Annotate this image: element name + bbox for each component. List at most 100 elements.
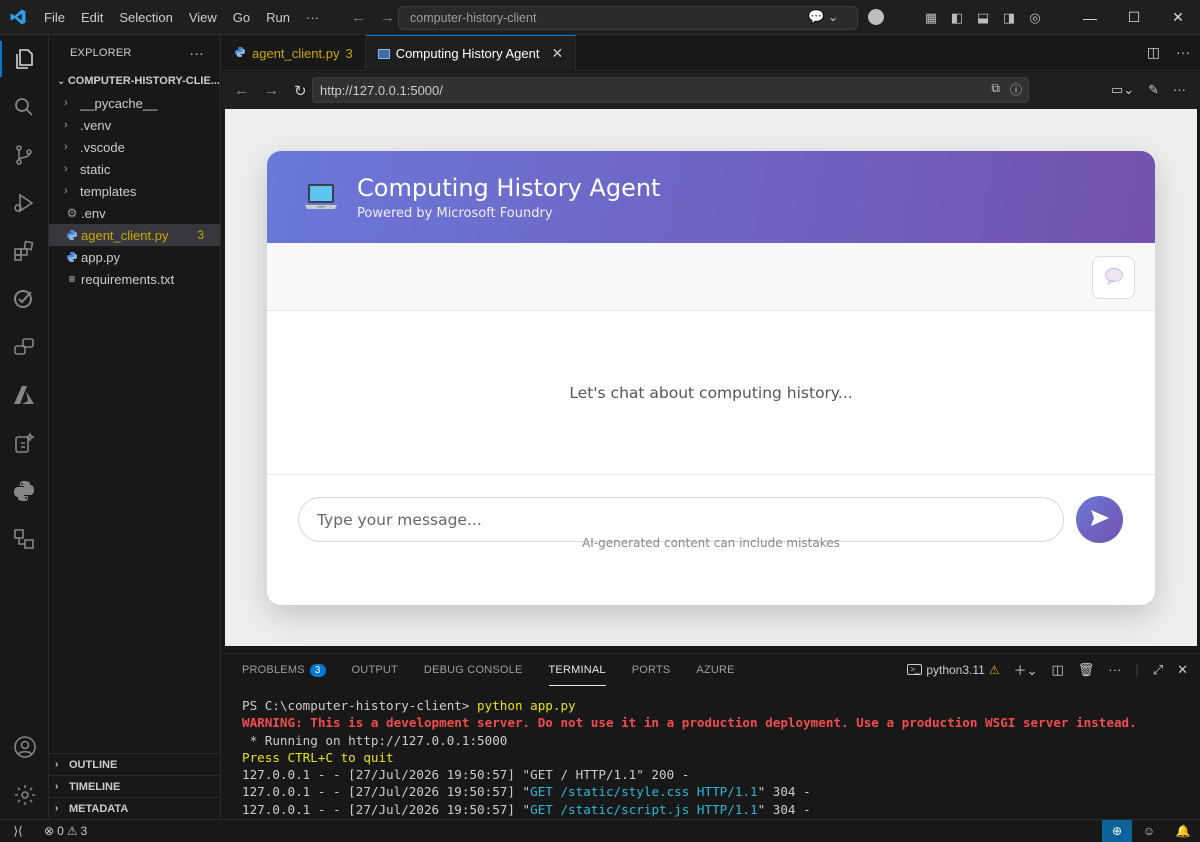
extensions-icon[interactable] — [0, 227, 48, 275]
more-actions-icon[interactable]: ··· — [189, 45, 204, 61]
command-center-search[interactable]: computer-history-client — [398, 6, 858, 30]
menu-file[interactable]: File — [36, 10, 73, 25]
info-icon[interactable]: ⓘ — [1010, 81, 1022, 98]
section-metadata[interactable]: › METADATA — [49, 797, 221, 819]
azure-icon[interactable] — [0, 371, 48, 419]
workspace-root[interactable]: ⌄ COMPUTER-HISTORY-CLIE... — [49, 70, 220, 92]
python-file-icon — [64, 251, 80, 263]
remote-explorer-icon[interactable] — [0, 323, 48, 371]
terminal-shell-selector[interactable]: >_ python3.11 ⚠ — [907, 663, 1000, 677]
forward-arrow-icon[interactable]: → — [380, 9, 395, 26]
devtools-icon[interactable]: ✎ — [1148, 82, 1159, 98]
tab-terminal[interactable]: TERMINAL — [548, 654, 606, 686]
more-actions-icon[interactable]: ··· — [1176, 44, 1190, 61]
folder-venv[interactable]: › .venv — [49, 114, 220, 136]
split-terminal-icon[interactable]: ◫ — [1051, 662, 1063, 678]
tab-problems[interactable]: PROBLEMS 3 — [242, 654, 326, 686]
customize-layout-icon[interactable]: ▦ — [918, 10, 944, 26]
minimize-button[interactable]: — — [1068, 10, 1112, 26]
terminal-warning: WARNING: This is a development server. D… — [242, 715, 1137, 731]
terminal-output[interactable]: PS C:\computer-history-client> python ap… — [242, 697, 1137, 818]
notifications-bell-icon[interactable]: 🔔 — [1166, 820, 1200, 842]
zoom-icon[interactable]: ⊕ — [1102, 820, 1132, 842]
menu-more[interactable]: ··· — [298, 10, 327, 25]
split-editor-icon[interactable]: ◫ — [1147, 44, 1160, 61]
editor-tabs: agent_client.py 3 Computing History Agen… — [222, 35, 1200, 71]
file-agent-client[interactable]: agent_client.py 3 — [49, 224, 220, 246]
folder-vscode[interactable]: › .vscode — [49, 136, 220, 158]
explorer-icon[interactable] — [0, 35, 48, 83]
toggle-sidebar-icon[interactable]: ◧ — [944, 10, 970, 26]
add-to-chat-icon[interactable]: ▭⌄ — [1111, 82, 1134, 98]
chevron-right-icon: › — [64, 163, 68, 175]
remote-indicator-icon[interactable]: ⟩⟨ — [0, 820, 36, 842]
testing-icon[interactable] — [0, 275, 48, 323]
more-actions-icon[interactable]: ··· — [1108, 662, 1121, 677]
folder-label: __pycache__ — [80, 95, 158, 111]
close-panel-icon[interactable]: ✕ — [1177, 662, 1188, 678]
back-arrow-icon[interactable]: ← — [351, 9, 366, 26]
folder-templates[interactable]: › templates — [49, 180, 220, 202]
menu-selection[interactable]: Selection — [111, 10, 180, 25]
chevron-right-icon: › — [55, 759, 59, 770]
source-control-icon[interactable] — [0, 131, 48, 179]
menu-view[interactable]: View — [181, 10, 225, 25]
tab-browser-preview[interactable]: Computing History Agent ✕ — [365, 35, 577, 71]
warning-icon: ⚠ — [66, 824, 78, 838]
section-timeline[interactable]: › TIMELINE — [49, 775, 221, 797]
run-debug-icon[interactable] — [0, 179, 48, 227]
reload-icon[interactable]: ↻ — [294, 82, 308, 100]
python-icon[interactable] — [0, 467, 48, 515]
file-label: requirements.txt — [81, 271, 175, 287]
tab-output[interactable]: OUTPUT — [352, 654, 398, 686]
tab-agent-client[interactable]: agent_client.py 3 — [222, 35, 366, 71]
tab-azure[interactable]: AZURE — [696, 654, 734, 686]
terminal-line: PS C:\computer-history-client> python ap… — [242, 697, 1137, 714]
panel-tab-label: DEBUG CONSOLE — [423, 664, 523, 676]
menu-edit[interactable]: Edit — [73, 10, 111, 25]
trash-icon[interactable]: 🗑 — [1078, 662, 1095, 678]
maximize-button[interactable]: ☐ — [1112, 9, 1156, 26]
section-outline[interactable]: › OUTLINE — [49, 753, 221, 775]
browser-back-icon[interactable]: ← — [234, 82, 249, 99]
file-env[interactable]: ⚙ .env — [49, 202, 220, 224]
chat-input-row: AI-generated content can include mistake… — [267, 475, 1155, 563]
file-requirements[interactable]: ≡ requirements.txt — [49, 268, 220, 290]
search-icon[interactable] — [0, 83, 48, 131]
new-chat-button[interactable] — [1092, 256, 1135, 299]
log-request: GET /static/script.js HTTP/1.1 — [530, 801, 758, 817]
problems-status[interactable]: ⊗ 0 ⚠ 3 — [44, 824, 87, 838]
folder-pycache[interactable]: › __pycache__ — [49, 92, 220, 114]
tab-ports[interactable]: PORTS — [632, 654, 671, 686]
terminal-line: Press CTRL+C to quit — [242, 749, 394, 765]
manage-gear-icon[interactable] — [0, 771, 49, 819]
toggle-secondary-sidebar-icon[interactable]: ◨ — [996, 10, 1022, 26]
containers-icon[interactable] — [0, 515, 48, 563]
open-external-icon[interactable]: ⧉ — [991, 81, 1000, 98]
menu-run[interactable]: Run — [258, 10, 298, 25]
copilot-chat-icon[interactable]: 💬 ⌄ — [808, 9, 839, 25]
tab-label: agent_client.py — [252, 45, 340, 61]
app-header: Computing History Agent Powered by Micro… — [267, 151, 1155, 243]
more-actions-icon[interactable]: ··· — [1173, 82, 1186, 98]
browser-forward-icon[interactable]: → — [264, 82, 279, 99]
copilot-status-icon[interactable]: ☺ — [1132, 820, 1166, 842]
copilot-icon[interactable] — [868, 9, 884, 25]
explorer-title: EXPLORER — [70, 46, 132, 59]
account-icon[interactable] — [0, 723, 49, 771]
log-suffix: " 304 - — [757, 801, 811, 817]
maximize-panel-icon[interactable]: ⤢ — [1153, 662, 1163, 678]
folder-static[interactable]: › static — [49, 158, 220, 180]
close-tab-icon[interactable]: ✕ — [551, 45, 563, 62]
toggle-panel-icon[interactable]: ⬓ — [970, 10, 996, 26]
send-arrow-icon — [1090, 509, 1110, 530]
globe-icon[interactable]: ◎ — [1022, 10, 1048, 26]
new-terminal-icon[interactable]: ＋⌄ — [1014, 660, 1038, 679]
close-window-button[interactable]: ✕ — [1156, 9, 1200, 26]
ai-toolkit-icon[interactable] — [0, 419, 48, 467]
menu-go[interactable]: Go — [225, 10, 258, 25]
url-input[interactable]: http://127.0.0.1:5000/ ⧉ ⓘ — [312, 77, 1029, 103]
file-app[interactable]: app.py — [49, 246, 220, 268]
tab-debug-console[interactable]: DEBUG CONSOLE — [424, 654, 523, 686]
panel-tab-label: TERMINAL — [548, 663, 606, 676]
